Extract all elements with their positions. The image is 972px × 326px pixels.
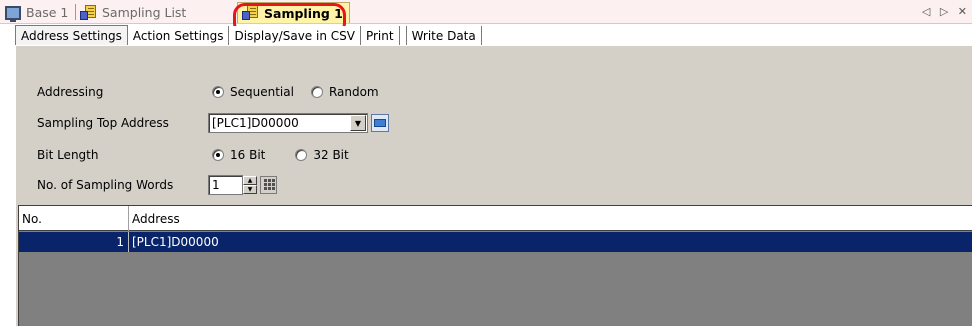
sampling-words-value[interactable]: 1	[209, 178, 242, 192]
sampling-words-field[interactable]: 1	[208, 175, 243, 195]
bit-length-label: Bit Length	[37, 148, 99, 162]
radio-dot-selected[interactable]	[212, 149, 224, 161]
radio-sequential[interactable]: Sequential	[212, 85, 294, 99]
radio-random[interactable]: Random	[310, 85, 379, 99]
radio-dot[interactable]	[310, 86, 323, 98]
radio-dot[interactable]	[295, 149, 308, 161]
row-no: 1	[116, 235, 124, 249]
tab-sampling-list[interactable]: Sampling List	[80, 3, 186, 22]
tab-sampling-1-label: Sampling 1	[264, 5, 343, 21]
tab-nav-arrows[interactable]: ◁ ▷ ✕	[922, 5, 970, 18]
address-list[interactable]: No. Address 1 [PLC1]D00000	[18, 205, 972, 326]
spin-down-icon[interactable]: ▼	[243, 185, 257, 194]
keyboard-icon[interactable]	[371, 114, 389, 132]
top-address-row: Sampling Top Address [PLC1]D00000 ▼	[37, 112, 389, 134]
radio-dot-selected[interactable]	[212, 86, 224, 98]
addressing-label: Addressing	[37, 85, 104, 99]
tab-base-1[interactable]: Base 1	[5, 3, 68, 22]
radio-16-bit-label: 16 Bit	[230, 148, 266, 162]
radio-random-label: Random	[328, 85, 379, 99]
top-address-combo[interactable]: [PLC1]D00000 ▼	[208, 113, 368, 133]
column-header-address[interactable]: Address	[129, 206, 972, 231]
keypad-icon[interactable]	[260, 176, 277, 194]
tab-write-data[interactable]: Write Data	[405, 26, 482, 45]
bit-length-row: Bit Length 16 Bit 32 Bit	[37, 144, 364, 166]
tab-separator	[75, 4, 76, 20]
spin-up-icon[interactable]: ▲	[243, 176, 257, 185]
top-address-value[interactable]: [PLC1]D00000	[209, 116, 350, 130]
top-address-label: Sampling Top Address	[37, 116, 169, 130]
row-address: [PLC1]D00000	[132, 235, 219, 249]
sampling-words-label: No. of Sampling Words	[37, 178, 174, 192]
tab-action-settings[interactable]: Action Settings	[127, 26, 230, 45]
address-settings-panel: Addressing Sequential Random Sampling To…	[15, 45, 972, 326]
column-header-no[interactable]: No.	[19, 206, 129, 231]
document-tab-bar: Base 1 Sampling List Sampling 1 ◁ ▷ ✕	[0, 0, 972, 24]
monitor-icon	[5, 5, 21, 22]
tab-print[interactable]: Print	[360, 26, 400, 45]
chevron-down-icon[interactable]: ▼	[350, 115, 366, 131]
tab-sampling-1[interactable]: Sampling 1	[237, 2, 350, 23]
tab-base-1-label: Base 1	[26, 5, 69, 20]
tab-display-save-csv[interactable]: Display/Save in CSV	[229, 26, 361, 45]
sampling-icon	[80, 4, 97, 21]
radio-32-bit[interactable]: 32 Bit	[295, 148, 349, 162]
tab-address-settings[interactable]: Address Settings	[15, 25, 128, 45]
sampling-words-row: No. of Sampling Words 1 ▲ ▼	[37, 174, 277, 196]
radio-32-bit-label: 32 Bit	[313, 148, 349, 162]
sampling-words-stepper[interactable]: ▲ ▼	[243, 176, 257, 194]
table-row[interactable]: 1 [PLC1]D00000	[19, 232, 972, 252]
sampling-icon	[242, 5, 259, 21]
addressing-row: Addressing Sequential Random	[37, 81, 394, 103]
address-list-header: No. Address	[19, 206, 972, 231]
settings-tab-bar: Address Settings Action Settings Display…	[15, 25, 482, 45]
radio-sequential-label: Sequential	[230, 85, 294, 99]
radio-16-bit[interactable]: 16 Bit	[212, 148, 265, 162]
tab-sampling-list-label: Sampling List	[102, 5, 187, 20]
